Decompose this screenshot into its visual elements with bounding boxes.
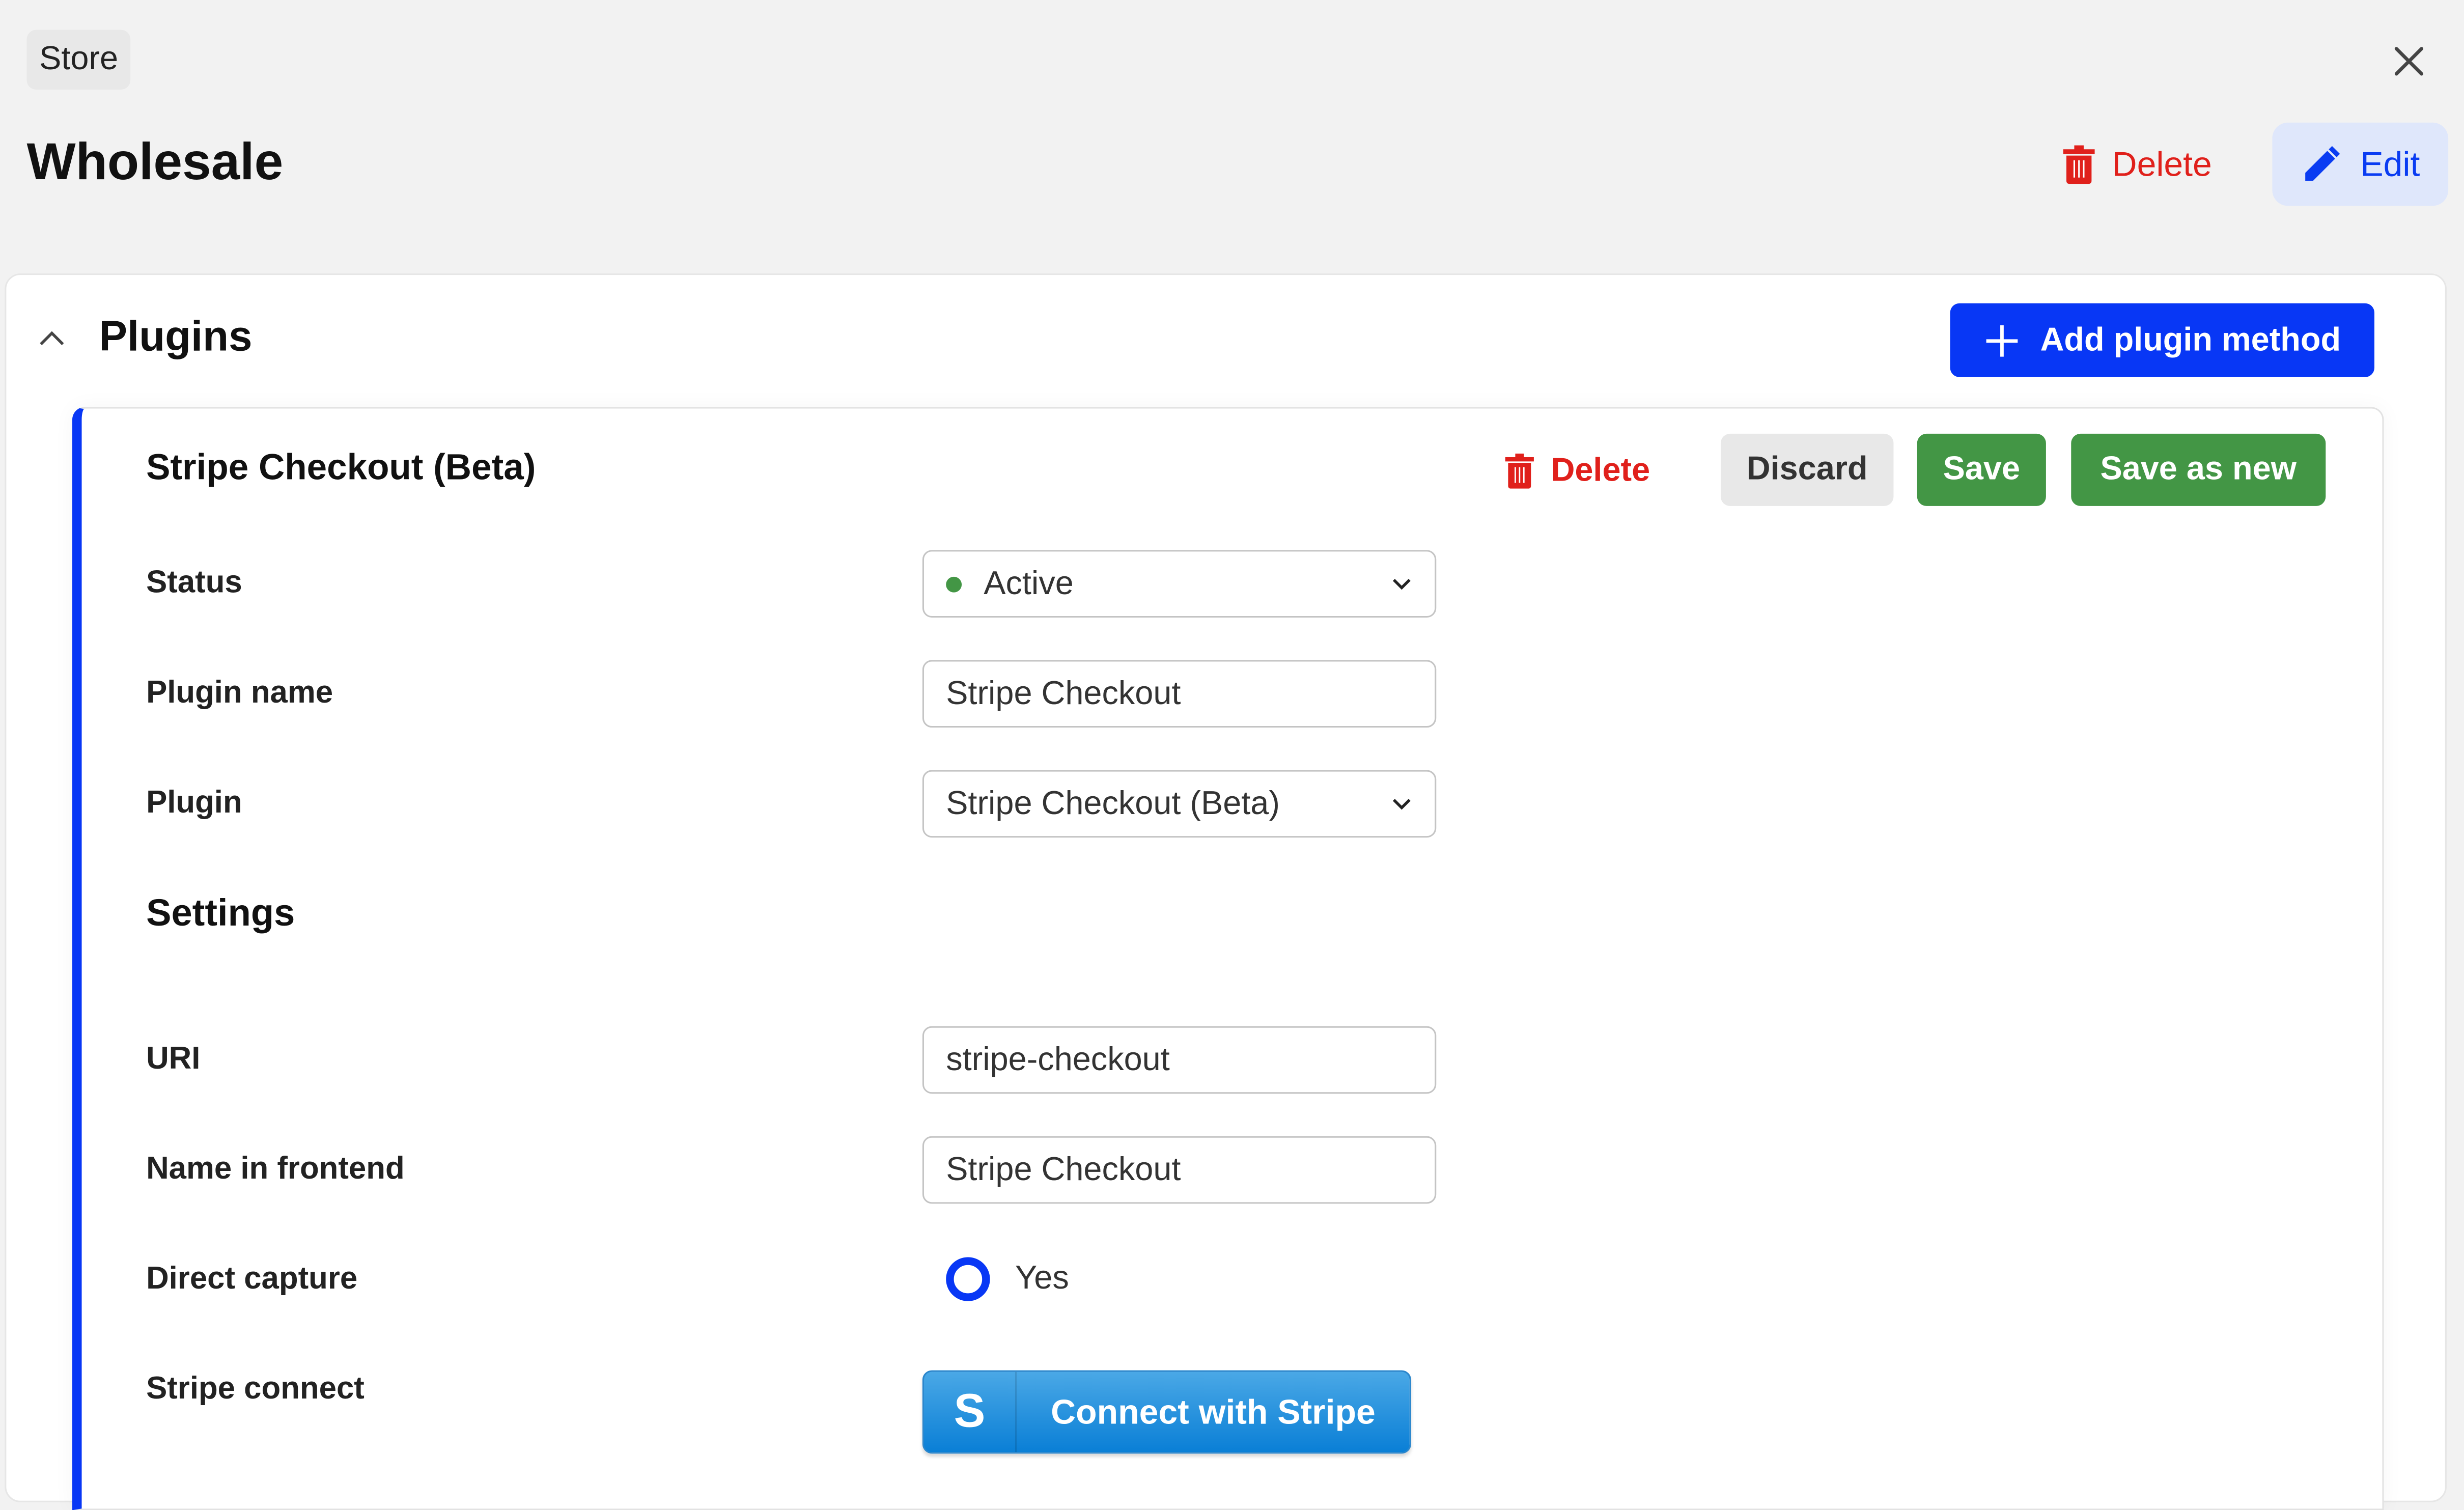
uri-label: URI (146, 1042, 201, 1077)
status-select[interactable]: Active (922, 550, 1437, 618)
plugin-name-input[interactable]: Stripe Checkout (922, 660, 1437, 728)
stripe-connect-label: Stripe connect (146, 1372, 365, 1407)
add-plugin-method-label: Add plugin method (2040, 321, 2341, 358)
chevron-down-icon (1392, 578, 1411, 589)
plugins-section-title: Plugins (99, 313, 253, 360)
delete-label: Delete (2112, 144, 2212, 184)
trash-icon (2063, 145, 2095, 184)
save-as-new-button[interactable]: Save as new (2071, 433, 2326, 506)
breadcrumb-store[interactable]: Store (26, 30, 131, 90)
plugin-value: Stripe Checkout (Beta) (946, 785, 1280, 821)
uri-input[interactable]: stripe-checkout (922, 1026, 1437, 1094)
direct-capture-label: Direct capture (146, 1262, 358, 1297)
pencil-icon (2305, 145, 2340, 180)
name-in-frontend-input[interactable]: Stripe Checkout (922, 1136, 1437, 1204)
connect-with-stripe-button[interactable]: S Connect with Stripe (922, 1370, 1411, 1454)
chevron-up-icon (40, 331, 64, 345)
close-button[interactable] (2389, 41, 2429, 81)
name-in-frontend-value: Stripe Checkout (946, 1151, 1181, 1188)
plugin-name-label: Plugin name (146, 676, 333, 711)
plugin-label: Plugin (146, 786, 242, 821)
edit-label: Edit (2360, 144, 2420, 183)
stripe-logo-icon: S (924, 1372, 1017, 1452)
plugin-card-title: Stripe Checkout (Beta) (146, 446, 536, 487)
uri-value: stripe-checkout (946, 1041, 1170, 1077)
settings-heading: Settings (146, 892, 295, 935)
direct-capture-option-label: Yes (1015, 1260, 1069, 1297)
status-active-dot (946, 576, 962, 592)
discard-button[interactable]: Discard (1720, 433, 1894, 506)
delete-plugin-button[interactable]: Delete (1504, 446, 1650, 497)
connect-with-stripe-label: Connect with Stripe (1051, 1391, 1376, 1431)
status-label: Status (146, 566, 242, 601)
plugin-name-value: Stripe Checkout (946, 675, 1181, 711)
chevron-down-icon (1392, 798, 1411, 809)
delete-store-button[interactable]: Delete (2052, 129, 2221, 201)
plus-icon (1986, 324, 2019, 356)
direct-capture-radio-yes[interactable]: Yes (946, 1257, 1069, 1301)
plugin-select[interactable]: Stripe Checkout (Beta) (922, 770, 1437, 838)
close-icon (2394, 47, 2424, 76)
page-title: Wholesale (26, 132, 284, 190)
collapse-plugins-toggle[interactable] (35, 321, 69, 355)
delete-plugin-label: Delete (1551, 452, 1650, 489)
edit-button[interactable]: Edit (2272, 122, 2449, 206)
trash-icon (1505, 453, 1534, 489)
save-button[interactable]: Save (1917, 433, 2046, 506)
status-value: Active (984, 565, 1074, 601)
add-plugin-method-button[interactable]: Add plugin method (1950, 303, 2375, 377)
radio-selected-icon[interactable] (946, 1257, 990, 1301)
name-in-frontend-label: Name in frontend (146, 1152, 405, 1187)
store-detail-page: Store Wholesale Delete Edit Plugins Add … (0, 0, 2464, 1510)
